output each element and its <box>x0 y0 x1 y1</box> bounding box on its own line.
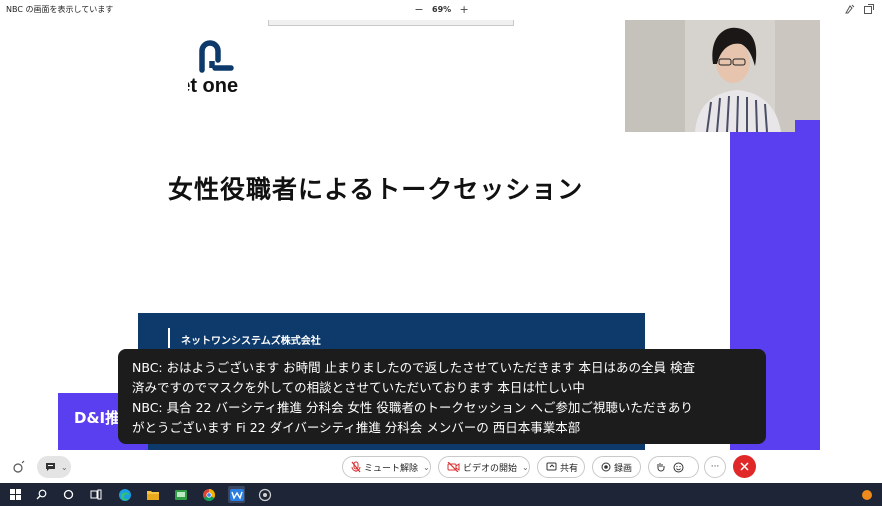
chrome-button[interactable] <box>200 486 217 503</box>
chevron-down-icon: ⌄ <box>423 462 430 472</box>
caption-line: がとうございます Fi 22 ダイバーシティ推進 分科会 メンバーの 西日本事業… <box>132 420 581 435</box>
chrome-icon <box>202 488 215 501</box>
store-icon <box>174 490 187 500</box>
caption-line: NBC: おはようございます お時間 止まりましたので返したさせていただきます … <box>132 360 696 375</box>
top-bar: NBC の画面を表示しています − 69% + <box>0 0 882 20</box>
unmute-button[interactable]: ミュート解除 ⌄ <box>342 456 431 478</box>
mic-off-icon <box>351 461 361 473</box>
raise-hand-icon <box>656 462 665 473</box>
record-icon <box>601 462 611 472</box>
chevron-down-icon: ⌄ <box>61 462 68 472</box>
annotate-icon[interactable] <box>844 3 856 15</box>
closed-captions: NBC: おはようございます お時間 止まりましたので返したさせていただきます … <box>118 349 766 444</box>
file-explorer-button[interactable] <box>144 486 161 503</box>
search-icon <box>36 489 47 500</box>
company-name: ネットワンシステムズ株式会社 <box>181 336 321 347</box>
cortana-button[interactable] <box>60 486 77 503</box>
share-icon <box>546 462 557 472</box>
cortana-icon <box>63 489 74 500</box>
chevron-down-icon: ⌄ <box>522 462 529 472</box>
zoom-control: − 69% + <box>412 3 471 16</box>
store-button[interactable] <box>172 486 189 503</box>
task-view-icon <box>90 489 101 500</box>
reactions-button[interactable] <box>648 456 699 478</box>
zoom-out-button[interactable]: − <box>412 3 426 16</box>
webex-button[interactable] <box>228 486 245 503</box>
meeting-controls: ⌄ ミュート解除 ⌄ ビデオの開始 ⌄ 共有 録画 ··· <box>0 450 882 483</box>
taskbar <box>0 483 882 506</box>
more-button[interactable]: ··· <box>704 456 726 478</box>
app-button[interactable] <box>256 486 273 503</box>
leave-icon <box>740 462 749 471</box>
slideshow-toolbar[interactable] <box>268 20 514 26</box>
video-off-icon <box>447 462 460 472</box>
search-button[interactable] <box>33 486 50 503</box>
leave-button[interactable] <box>733 455 756 478</box>
netone-logo: net one <box>188 40 238 97</box>
task-view-button[interactable] <box>87 486 104 503</box>
reaction-icon <box>673 462 684 473</box>
share-label: 共有 <box>560 463 579 474</box>
zoom-level: 69% <box>432 5 452 14</box>
unmute-label: ミュート解除 <box>364 463 419 474</box>
notification-button[interactable] <box>858 486 875 503</box>
participant-image <box>625 20 820 132</box>
start-video-label: ビデオの開始 <box>463 463 518 474</box>
share-button[interactable]: 共有 <box>537 456 585 478</box>
slide-title: 女性役職者によるトークセッション <box>168 175 584 204</box>
side-badge-text: D&I推 <box>74 409 121 427</box>
start-video-button[interactable]: ビデオの開始 ⌄ <box>438 456 530 478</box>
more-label: ··· <box>710 462 720 472</box>
popout-icon[interactable] <box>863 3 875 15</box>
windows-start-icon <box>10 489 21 500</box>
connection-icon[interactable] <box>12 460 26 474</box>
windows-start-button[interactable] <box>7 486 24 503</box>
edge-button[interactable] <box>116 486 133 503</box>
zoom-in-button[interactable]: + <box>457 3 471 16</box>
meeting-window: NBC の画面を表示しています − 69% + net one <box>0 0 882 506</box>
stage-gutter-right <box>820 20 882 450</box>
notification-icon <box>861 489 872 500</box>
caption-line: NBC: 具合 22 バーシティ推進 分科会 女性 役職者のトークセッション へ… <box>132 400 693 415</box>
edge-icon <box>118 488 131 501</box>
window-title: NBC の画面を表示しています <box>6 5 114 14</box>
chat-button[interactable]: ⌄ <box>37 456 71 478</box>
logo-text: net one <box>188 75 238 97</box>
participant-video[interactable] <box>625 20 820 132</box>
footer-divider <box>168 328 170 348</box>
webex-icon <box>229 488 244 501</box>
chat-icon <box>45 462 56 472</box>
caption-line: 済みですのでマスクを外しての相談とさせていただいております 本日は忙しい中 <box>132 380 585 395</box>
app-icon <box>258 488 271 501</box>
record-button[interactable]: 録画 <box>592 456 641 478</box>
file-explorer-icon <box>146 490 159 500</box>
record-label: 録画 <box>614 463 633 474</box>
